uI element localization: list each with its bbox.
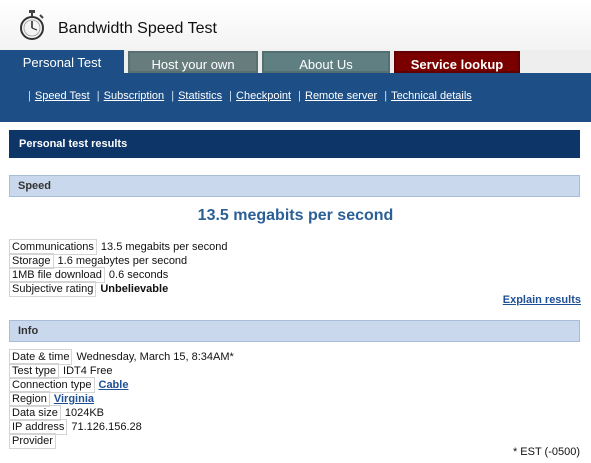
subnav-subscription[interactable]: Subscription — [104, 90, 165, 102]
info-row-provider: Provider — [9, 433, 60, 449]
row-value: 0.6 seconds — [108, 269, 169, 281]
row-value: 71.126.156.28 — [71, 421, 142, 433]
speed-section-header: Speed — [9, 175, 580, 197]
info-row-test-type: Test type IDT4 Free — [9, 363, 113, 379]
explain-results-link[interactable]: Explain results — [503, 294, 581, 306]
timezone-footnote: * EST (-0500) — [512, 446, 580, 458]
connection-type-link[interactable]: Cable — [99, 379, 129, 391]
row-value: IDT4 Free — [63, 365, 113, 377]
tab-host-your-own[interactable]: Host your own — [128, 51, 258, 73]
region-link[interactable]: Virginia — [54, 393, 94, 405]
row-value: Unbelievable — [100, 283, 169, 295]
subnav-checkpoint[interactable]: Checkpoint — [236, 90, 291, 102]
row-value: 1024KB — [64, 407, 105, 419]
info-row-connection-type: Connection type Cable — [9, 377, 129, 393]
app-title: Bandwidth Speed Test — [58, 20, 217, 37]
info-row-ip-address: IP address 71.126.156.28 — [9, 419, 142, 435]
subnav-statistics[interactable]: Statistics — [178, 90, 222, 102]
tab-personal-test[interactable]: Personal Test — [0, 50, 124, 122]
tab-service-lookup[interactable]: Service lookup — [394, 51, 520, 73]
speed-row-file-download: 1MB file download 0.6 seconds — [9, 267, 169, 283]
info-section-header: Info — [9, 320, 580, 342]
row-label: Subjective rating — [9, 281, 97, 297]
subnav: | Speed Test | Subscription | Statistics | C… — [28, 90, 472, 102]
info-row-region: Region Virginia — [9, 391, 94, 407]
header-bar: Bandwidth Speed Test — [0, 0, 591, 50]
speed-headline: 13.5 megabits per second — [197, 207, 394, 224]
row-value: Wednesday, March 15, 8:34AM* — [76, 351, 234, 363]
subnav-remote-server[interactable]: Remote server — [305, 90, 377, 102]
stopwatch-icon — [20, 10, 44, 40]
subnav-speed-test[interactable]: Speed Test — [35, 90, 90, 102]
speed-row-storage: Storage 1.6 megabytes per second — [9, 253, 188, 269]
speed-row-communications: Communications 13.5 megabits per second — [9, 239, 228, 255]
info-row-date-time: Date & time Wednesday, March 15, 8:34AM* — [9, 349, 234, 365]
row-value: 13.5 megabits per second — [100, 241, 228, 253]
row-value: 1.6 megabytes per second — [57, 255, 188, 267]
subnav-technical-details[interactable]: Technical details — [391, 90, 472, 102]
speed-row-subjective-rating: Subjective rating Unbelievable — [9, 281, 169, 297]
row-label: Provider — [9, 433, 56, 449]
info-row-data-size: Data size 1024KB — [9, 405, 105, 421]
results-title-bar: Personal test results — [9, 130, 580, 158]
tab-about-us[interactable]: About Us — [262, 51, 390, 73]
